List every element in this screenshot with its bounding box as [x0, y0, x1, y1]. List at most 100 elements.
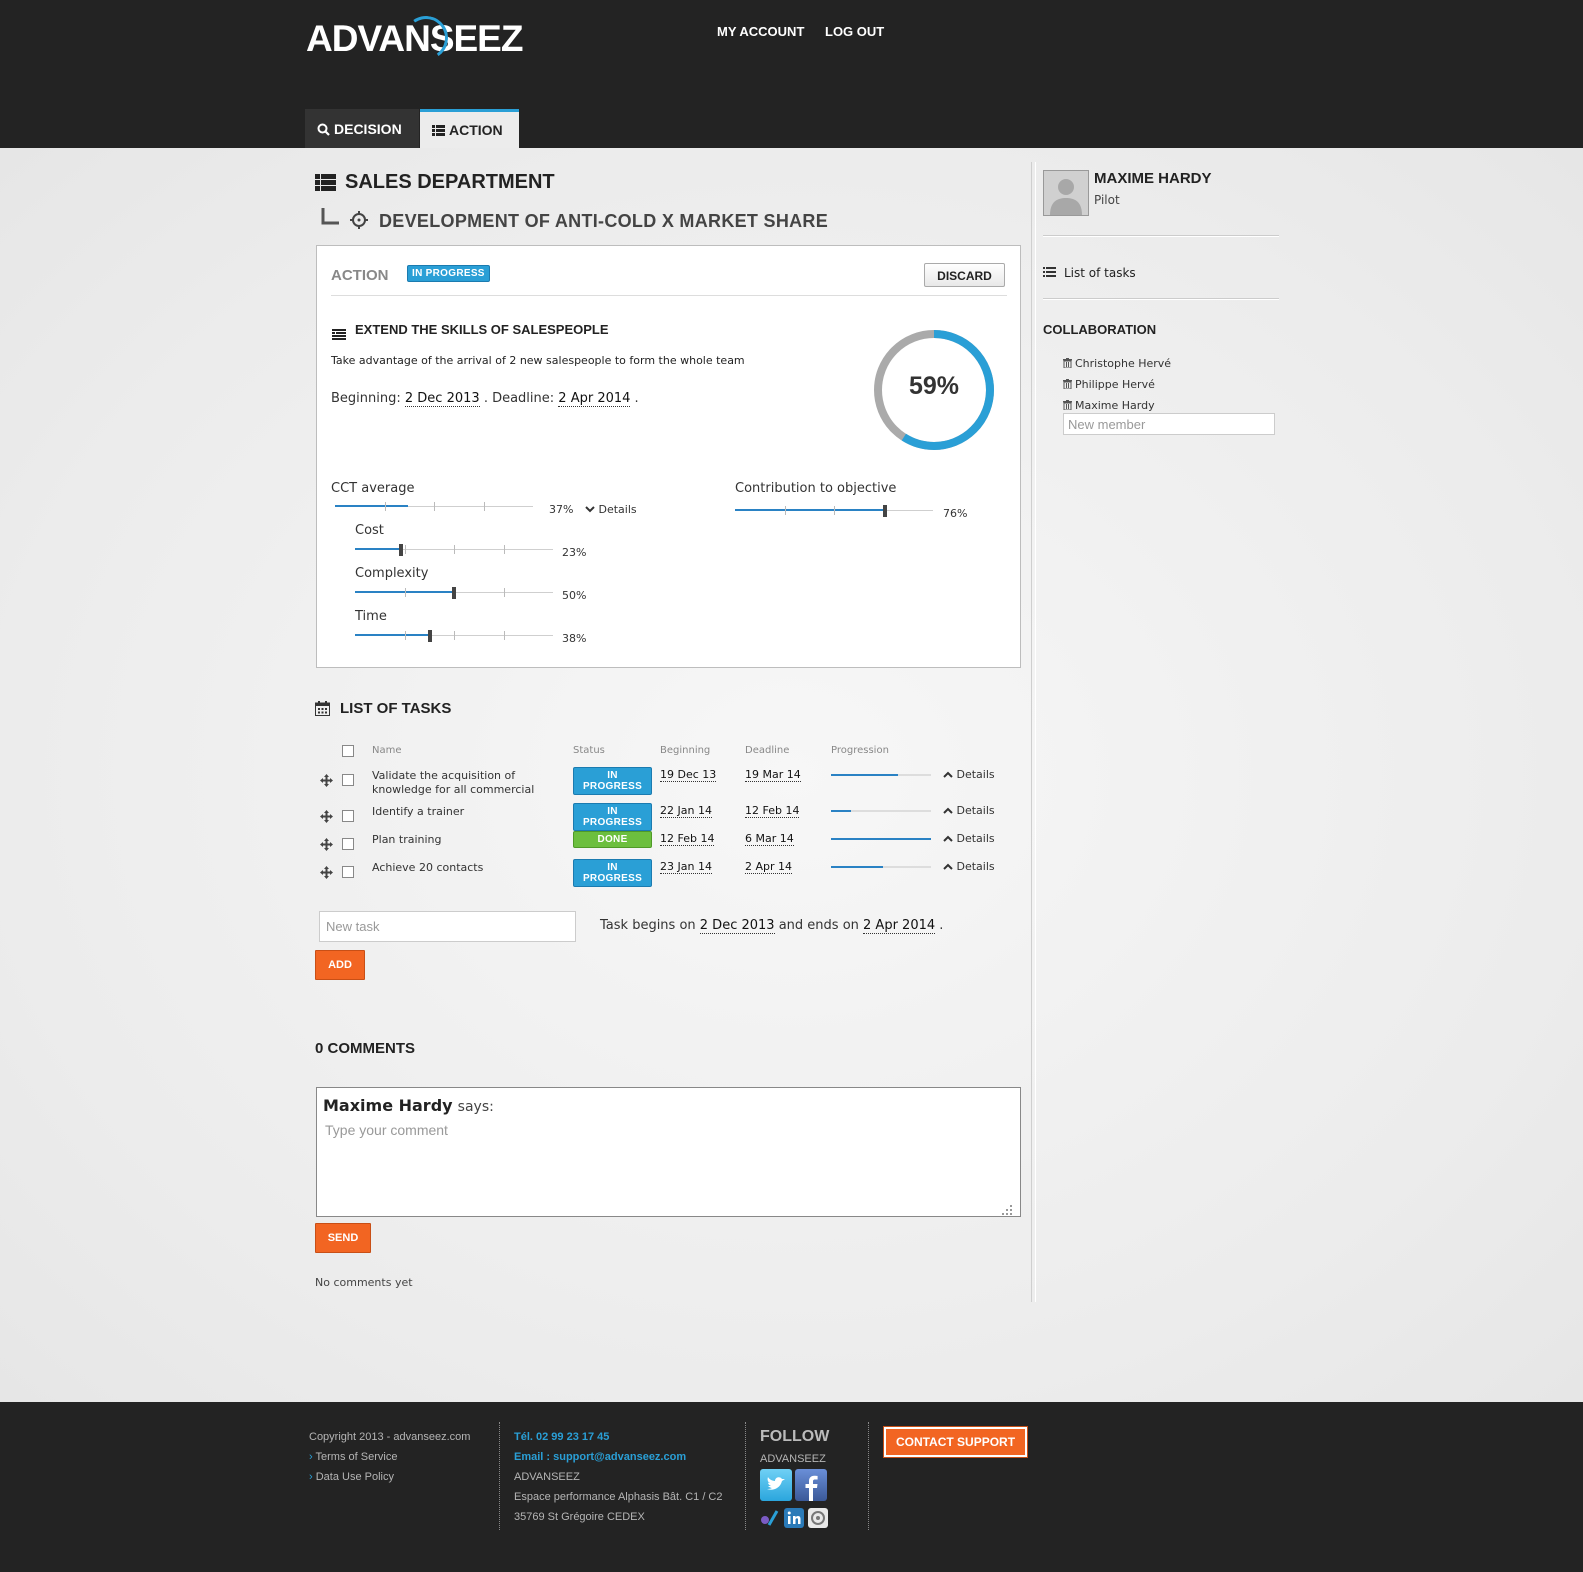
facebook-icon[interactable] [795, 1469, 827, 1501]
drag-handle-icon[interactable] [320, 838, 333, 854]
select-all-checkbox[interactable] [342, 745, 354, 757]
new-task-input[interactable]: New task [319, 911, 576, 942]
drag-handle-icon[interactable] [320, 774, 333, 790]
terms-link[interactable]: › Terms of Service [309, 1451, 397, 1463]
task-name[interactable]: Achieve 20 contacts [372, 861, 552, 875]
logo[interactable]: ADVANSEEZ [306, 12, 523, 64]
col-name: Name [372, 745, 402, 756]
discard-button[interactable]: DISCARD [924, 263, 1005, 287]
drag-handle-icon[interactable] [320, 866, 333, 882]
col-progression: Progression [831, 745, 889, 756]
cost-label: Cost [355, 523, 384, 538]
send-comment-button[interactable]: SEND [315, 1223, 371, 1253]
comment-textarea[interactable]: Type your comment [325, 1122, 448, 1138]
task-checkbox[interactable] [342, 838, 354, 850]
task-beginning[interactable]: 23 Jan 14 [660, 860, 712, 874]
task-ends-date[interactable]: 2 Apr 2014 [863, 918, 936, 934]
follow-heading: FOLLOW [760, 1428, 830, 1445]
task-deadline[interactable]: 6 Mar 14 [745, 832, 794, 846]
chevron-up-icon [943, 804, 953, 817]
comment-author: Maxime Hardy [323, 1096, 453, 1115]
sidebar-list-link[interactable]: List of tasks [1043, 262, 1136, 281]
footer-tel[interactable]: Tél. 02 99 23 17 45 [514, 1431, 609, 1443]
member-item: Christophe Hervé [1063, 357, 1171, 371]
trash-icon[interactable] [1063, 400, 1072, 413]
member-name: Christophe Hervé [1075, 357, 1172, 370]
task-details-toggle[interactable]: Details [943, 860, 995, 873]
task-name[interactable]: Identify a trainer [372, 805, 552, 819]
task-beginning[interactable]: 22 Jan 14 [660, 804, 712, 818]
task-beginning[interactable]: 12 Feb 14 [660, 832, 715, 846]
chevron-up-icon [943, 860, 953, 873]
slider-tick [404, 545, 406, 554]
avatar[interactable] [1043, 170, 1089, 216]
task-name[interactable]: Plan training [372, 833, 552, 847]
slider-knob[interactable] [428, 630, 433, 642]
task-deadline[interactable]: 12 Feb 14 [745, 804, 800, 818]
tab-decision[interactable]: DECISION [305, 109, 419, 148]
linkedin-icon[interactable] [784, 1508, 804, 1528]
add-task-button[interactable]: ADD [315, 950, 365, 980]
drag-handle-icon[interactable] [320, 810, 333, 826]
slider-tick [503, 631, 505, 640]
task-checkbox[interactable] [342, 810, 354, 822]
my-account-link[interactable]: MY ACCOUNT [717, 24, 804, 39]
list-icon [432, 123, 445, 139]
log-out-link[interactable]: LOG OUT [825, 24, 884, 39]
slider-knob[interactable] [398, 544, 403, 556]
user-name: MAXIME HARDY [1094, 170, 1212, 187]
action-dates: Beginning: 2 Dec 2013 . Deadline: 2 Apr … [331, 391, 639, 407]
task-deadline[interactable]: 19 Mar 14 [745, 768, 801, 782]
trash-icon[interactable] [1063, 358, 1072, 371]
task-status-badge: IN PROGRESS [573, 803, 652, 831]
slider-tick [483, 502, 485, 511]
task-checkbox[interactable] [342, 774, 354, 786]
task-name[interactable]: Validate the acquisition of knowledge fo… [372, 769, 552, 797]
complexity-slider[interactable] [355, 587, 553, 599]
task-deadline[interactable]: 2 Apr 14 [745, 860, 793, 874]
member-name: Philippe Hervé [1075, 378, 1155, 391]
department-title[interactable]: SALES DEPARTMENT [345, 171, 555, 194]
time-slider[interactable] [355, 630, 553, 642]
contact-support-button[interactable]: CONTACT SUPPORT [883, 1426, 1028, 1458]
slider-knob[interactable] [452, 587, 456, 599]
task-details-toggle[interactable]: Details [943, 804, 995, 817]
slider-tick [404, 631, 406, 640]
column-divider [1031, 162, 1036, 1302]
footer-email[interactable]: Email : support@advanseez.com [514, 1451, 686, 1463]
task-status-badge: IN PROGRESS [573, 859, 652, 887]
contribution-slider[interactable] [735, 505, 933, 517]
cost-slider[interactable] [355, 544, 553, 556]
slider-tick [454, 631, 455, 640]
task-beginning[interactable]: 19 Dec 13 [660, 768, 717, 782]
slider-fill [355, 634, 431, 636]
member-name: Maxime Hardy [1075, 399, 1155, 412]
twitter-icon[interactable] [760, 1469, 792, 1501]
viadeo-icon[interactable] [760, 1509, 780, 1527]
deadline-date[interactable]: 2 Apr 2014 [558, 391, 631, 407]
progress-percent: 59% [908, 372, 960, 400]
task-details-toggle[interactable]: Details [943, 832, 995, 845]
chevron-right-icon: › [309, 1471, 313, 1483]
objective-title[interactable]: DEVELOPMENT OF ANTI-COLD X MARKET SHARE [379, 211, 828, 232]
resize-handle-icon[interactable] [1002, 1200, 1012, 1215]
task-checkbox[interactable] [342, 866, 354, 878]
col-beginning: Beginning [660, 745, 711, 756]
slider-tick [384, 502, 386, 511]
new-member-input[interactable]: New member [1063, 413, 1275, 435]
data-policy-link[interactable]: › Data Use Policy [309, 1471, 394, 1483]
task-details-toggle[interactable]: Details [943, 768, 995, 781]
action-title[interactable]: EXTEND THE SKILLS OF SALESPEOPLE [355, 322, 609, 337]
task-begins-date[interactable]: 2 Dec 2013 [699, 918, 775, 934]
comment-says: says: [457, 1099, 494, 1115]
slider-knob[interactable] [883, 505, 888, 517]
beginning-date[interactable]: 2 Dec 2013 [404, 391, 480, 407]
cct-details-toggle[interactable]: Details [585, 503, 637, 516]
trash-icon[interactable] [1063, 379, 1072, 392]
cct-value: 37% [549, 503, 574, 516]
comment-box[interactable]: Maxime Hardy says: Type your comment [316, 1087, 1021, 1217]
rss-icon[interactable] [808, 1508, 828, 1528]
member-item: Philippe Hervé [1063, 378, 1155, 392]
slider-tick [454, 545, 455, 554]
tab-action[interactable]: ACTION [420, 109, 519, 148]
